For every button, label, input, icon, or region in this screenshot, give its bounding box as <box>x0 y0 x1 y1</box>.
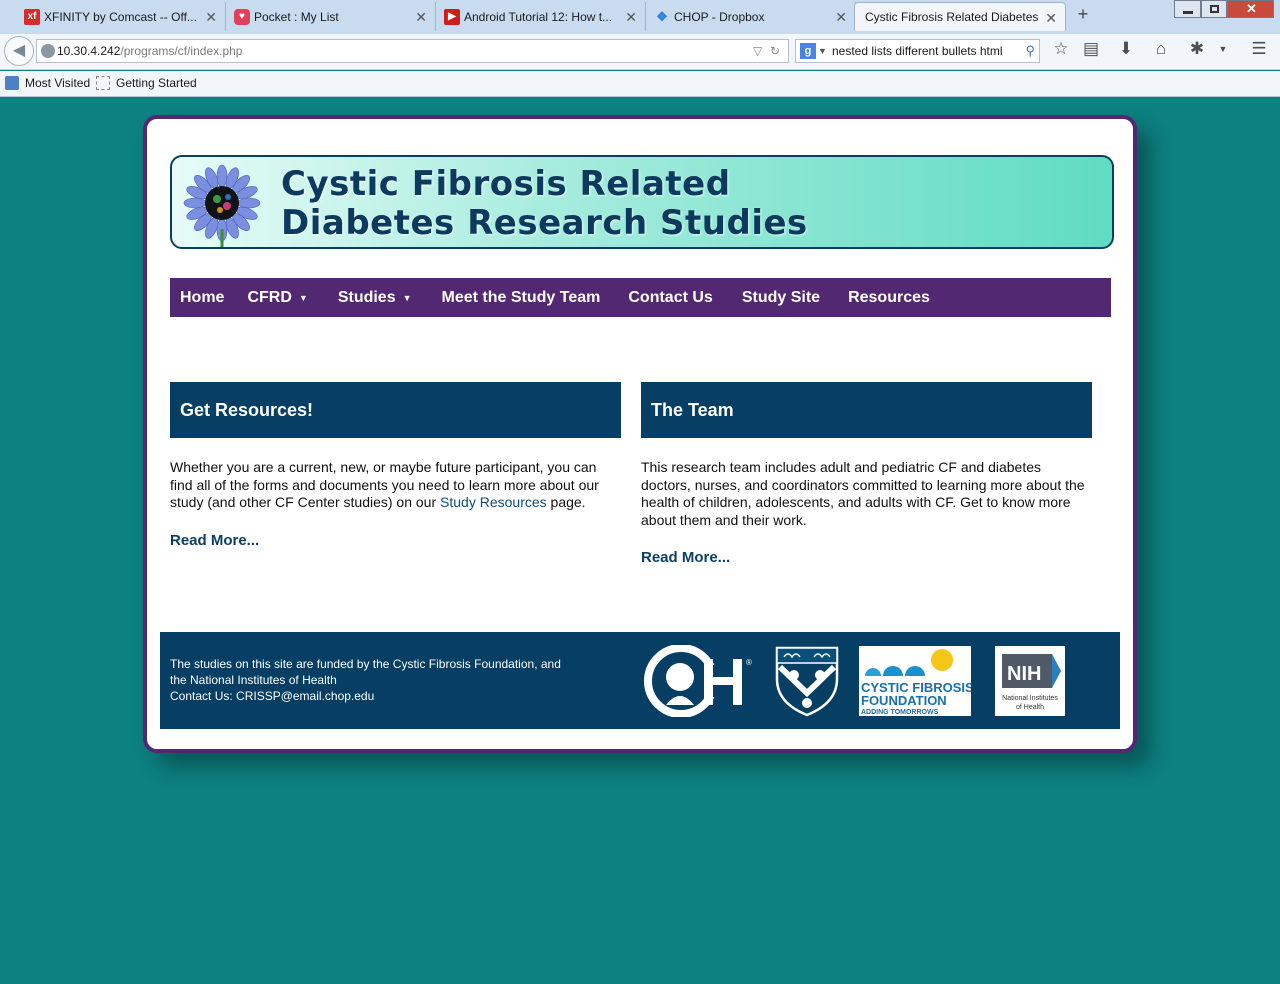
bookmark-label: Most Visited <box>25 76 91 90</box>
page-title: Cystic Fibrosis Related Diabetes Researc… <box>281 165 808 243</box>
browser-navigation-bar: ◀ 10.30.4.242/programs/cf/index.php ▽ ↻ … <box>0 34 1280 70</box>
search-value: nested lists different bullets html <box>832 44 1003 58</box>
tab-label: Pocket : My List <box>254 9 339 24</box>
tab-label: CHOP - Dropbox <box>674 9 765 24</box>
get-resources-section: Get Resources! Whether you are a current… <box>170 382 621 549</box>
tab-label: Android Tutorial 12: How t... <box>464 9 613 24</box>
minimize-window-icon[interactable] <box>1174 0 1201 18</box>
section-heading: Get Resources! <box>170 382 621 438</box>
nav-label: Study Site <box>741 288 821 306</box>
nav-label: Home <box>180 288 225 306</box>
nav-item-meet-the-study-team[interactable]: Meet the Study Team <box>412 289 601 307</box>
dropbox-icon: ❖ <box>656 9 668 24</box>
chop-logo[interactable]: ® <box>644 645 759 717</box>
close-window-icon[interactable]: ✕ <box>1227 0 1274 18</box>
nih-text-line2: National Institutes <box>1002 695 1058 702</box>
registered-mark: ® <box>746 658 752 667</box>
pocket-icon: ♥ <box>234 9 250 25</box>
section-body: Whether you are a current, new, or maybe… <box>170 459 621 549</box>
url-bar[interactable]: 10.30.4.242/programs/cf/index.php ▽ ↻ <box>36 39 789 63</box>
close-tab-icon[interactable]: ✕ <box>205 9 217 26</box>
nav-item-studies[interactable]: Studies ▼ <box>308 289 412 307</box>
main-navigation: Home CFRD ▼ Studies ▼ Meet the Study Team … <box>170 278 1111 317</box>
chevron-down-icon[interactable]: ▼ <box>818 40 827 62</box>
browser-tab-bar: xf XFINITY by Comcast -- Off... ✕ ♥ Pock… <box>0 0 1280 34</box>
google-icon[interactable]: g <box>800 43 816 59</box>
bookmark-label: Getting Started <box>116 76 197 90</box>
site-footer: The studies on this site are funded by t… <box>160 632 1120 729</box>
footer-funding-text: The studies on this site are funded by t… <box>170 656 561 704</box>
nav-label: Studies <box>337 288 396 306</box>
section-body: This research team includes adult and pe… <box>641 459 1092 567</box>
nav-item-contact-us[interactable]: Contact Us <box>600 289 712 307</box>
tab-dropbox[interactable]: ❖ CHOP - Dropbox ✕ <box>650 2 856 31</box>
site-banner[interactable]: Cystic Fibrosis Related Diabetes Researc… <box>170 155 1114 249</box>
close-tab-icon[interactable]: ✕ <box>625 9 637 26</box>
tab-xfinity[interactable]: xf XFINITY by Comcast -- Off... ✕ <box>20 2 226 31</box>
chevron-down-icon[interactable]: ▼ <box>1212 38 1234 60</box>
body-text: page. <box>546 494 586 510</box>
penn-shield-logo[interactable] <box>774 645 840 717</box>
cystic-fibrosis-foundation-logo[interactable]: CYSTIC FIBROSIS FOUNDATION ADDING TOMORR… <box>859 646 971 716</box>
menu-icon[interactable]: ☰ <box>1248 38 1270 60</box>
the-team-section: The Team This research team includes adu… <box>641 382 1092 567</box>
read-more-link[interactable]: Read More... <box>641 549 1092 567</box>
firefox-icon <box>5 76 19 90</box>
nav-item-resources[interactable]: Resources <box>820 289 930 307</box>
read-more-link[interactable]: Read More... <box>170 532 621 550</box>
section-heading: The Team <box>641 382 1092 438</box>
tab-youtube[interactable]: ▶ Android Tutorial 12: How t... ✕ <box>440 2 646 31</box>
globe-icon <box>41 44 55 58</box>
search-input[interactable]: g ▼ nested lists different bullets html … <box>795 39 1040 63</box>
nav-item-cfrd[interactable]: CFRD ▼ <box>224 289 307 307</box>
home-icon[interactable]: ⌂ <box>1150 38 1172 60</box>
nih-logo[interactable]: NIH National Institutes of Health <box>995 646 1065 716</box>
dropdown-arrow-icon: ▼ <box>402 292 412 303</box>
study-resources-link[interactable]: Study Resources <box>440 494 547 510</box>
footer-line: The studies on this site are funded by t… <box>170 657 561 671</box>
cff-text-line2: FOUNDATION <box>861 693 947 708</box>
url-path: /programs/cf/index.php <box>120 44 243 58</box>
title-line-2: Diabetes Research Studies <box>281 203 808 243</box>
body-text: This research team includes adult and pe… <box>641 459 1085 528</box>
nav-label: CFRD <box>247 288 292 306</box>
reading-list-icon[interactable]: ▤ <box>1080 38 1102 60</box>
nav-label: Resources <box>848 288 930 306</box>
flower-logo-icon <box>183 164 261 247</box>
blank-page-icon <box>96 76 110 90</box>
xfinity-icon: xf <box>24 9 40 25</box>
bookmarks-toolbar: Most Visited Getting Started <box>0 71 1280 97</box>
close-tab-icon[interactable]: ✕ <box>1045 10 1057 27</box>
new-tab-icon[interactable]: + <box>1073 4 1093 25</box>
back-arrow-icon[interactable]: ◀ <box>4 36 34 66</box>
restore-window-icon[interactable] <box>1201 0 1227 18</box>
nav-item-study-site[interactable]: Study Site <box>713 289 820 307</box>
tab-cystic-fibrosis-active[interactable]: Cystic Fibrosis Related Diabetes ✕ <box>854 2 1066 31</box>
bookmark-most-visited[interactable]: Most Visited <box>5 76 90 90</box>
footer-contact[interactable]: Contact Us: CRISSP@email.chop.edu <box>170 688 561 704</box>
cff-text-line3: ADDING TOMORROWS <box>861 709 939 716</box>
close-tab-icon[interactable]: ✕ <box>835 9 847 26</box>
star-icon[interactable]: ☆ <box>1050 38 1072 60</box>
youtube-icon: ▶ <box>444 9 460 25</box>
tab-label: Cystic Fibrosis Related Diabetes <box>865 10 1039 24</box>
nav-item-home[interactable]: Home <box>170 289 224 307</box>
nav-label: Contact Us <box>628 288 713 306</box>
nav-label: Meet the Study Team <box>441 288 601 306</box>
dropdown-arrow-icon[interactable]: ▽ <box>753 40 762 62</box>
bookmark-getting-started[interactable]: Getting Started <box>96 76 197 90</box>
tab-pocket[interactable]: ♥ Pocket : My List ✕ <box>230 2 436 31</box>
dropdown-arrow-icon: ▼ <box>298 292 308 303</box>
nih-text-line3: of Health <box>1016 704 1044 711</box>
download-icon[interactable]: ⬇ <box>1115 38 1137 60</box>
nih-text: NIH <box>1007 663 1041 685</box>
reload-icon[interactable]: ↻ <box>770 40 780 62</box>
footer-line: the National Institutes of Health <box>170 673 337 687</box>
search-icon[interactable]: ⚲ <box>1025 40 1035 62</box>
tab-label: XFINITY by Comcast -- Off... <box>44 9 197 24</box>
title-line-1: Cystic Fibrosis Related <box>281 164 731 204</box>
url-host: 10.30.4.242 <box>57 44 121 58</box>
close-tab-icon[interactable]: ✕ <box>415 9 427 26</box>
addon-icon[interactable]: ✱ <box>1186 38 1208 60</box>
